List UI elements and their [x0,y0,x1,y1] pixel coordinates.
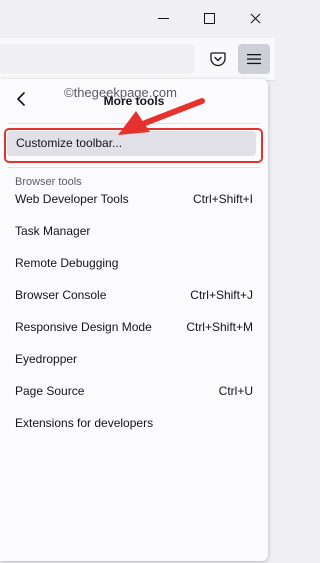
menu-item-label: Page Source [15,384,85,398]
menu-item-shortcut: Ctrl+Shift+J [190,288,253,302]
menu-item-label: Extensions for developers [15,416,154,430]
navigation-toolbar [0,38,275,81]
divider [8,123,260,124]
pocket-button[interactable] [203,44,233,74]
menu-item[interactable]: Remote Debugging [8,250,260,276]
menu-item[interactable]: Page Source Ctrl+U [8,378,260,404]
pocket-icon [210,52,226,67]
panel-header: ©thegeekpage.com More tools [0,79,268,123]
menu-item-label: Browser Console [15,288,107,302]
menu-item[interactable]: Task Manager [8,218,260,244]
maximize-icon[interactable] [186,0,232,38]
menu-item-label: Eyedropper [15,352,78,366]
highlight-box [4,128,263,163]
divider [8,167,260,168]
url-bar[interactable] [0,44,194,74]
menu-item[interactable]: Browser Console Ctrl+Shift+J [8,282,260,308]
menu-item-label: Responsive Design Mode [15,320,152,334]
menu-item-shortcut: Ctrl+U [218,384,253,398]
hamburger-menu-icon [247,54,261,65]
menu-item-label: Remote Debugging [15,256,119,270]
menu-item-shortcut: Ctrl+Shift+I [192,192,253,206]
window-titlebar [0,0,275,38]
panel-title: More tools [103,94,165,108]
minimize-icon[interactable] [140,0,186,38]
menu-item-label: Task Manager [15,224,91,238]
menu-item[interactable]: Extensions for developers [8,410,260,436]
close-icon[interactable] [232,0,278,38]
menu-item[interactable]: Web Developer Tools Ctrl+Shift+I [8,186,260,212]
menu-item[interactable]: Responsive Design Mode Ctrl+Shift+M [8,314,260,340]
menu-item-label: Web Developer Tools [15,192,129,206]
menu-item-shortcut: Ctrl+Shift+M [186,320,253,334]
menu-item[interactable]: Eyedropper [8,346,260,372]
app-menu-button[interactable] [238,44,270,74]
more-tools-panel: ©thegeekpage.com More tools Customize to… [0,79,268,561]
